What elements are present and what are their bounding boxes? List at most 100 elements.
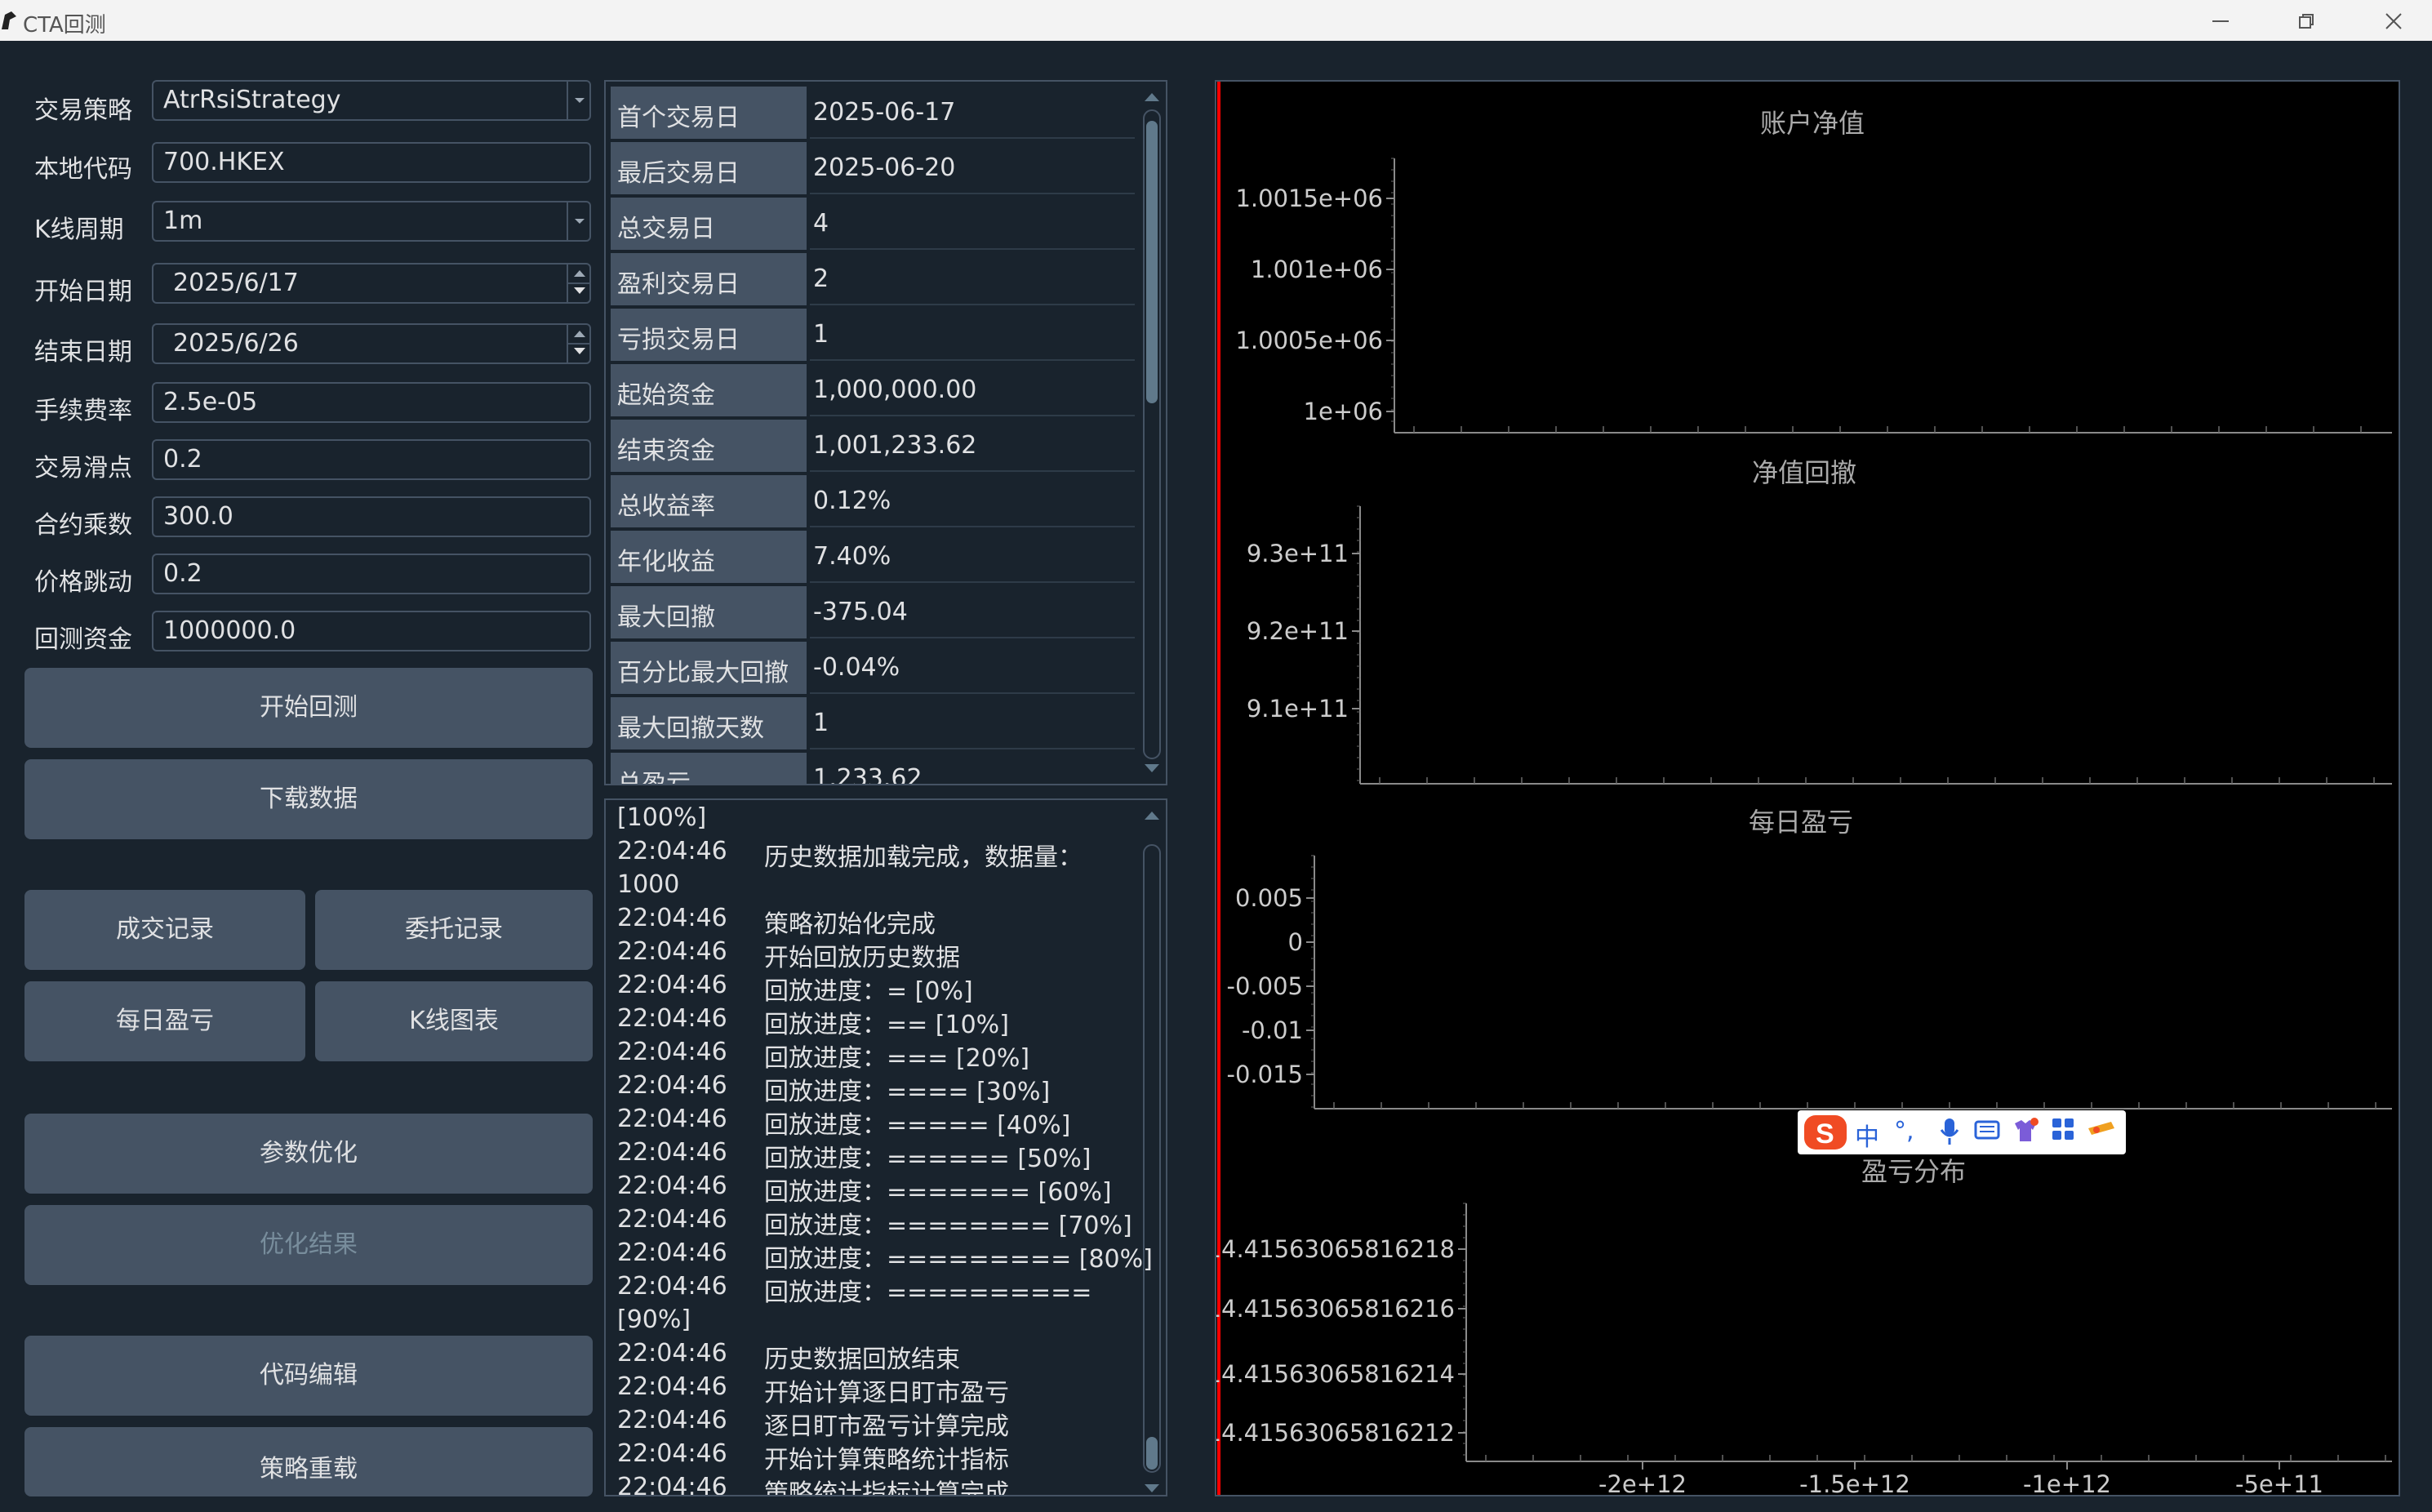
log-time: [100%] [617, 803, 707, 832]
size-input[interactable]: 300.0 [152, 496, 591, 537]
log-scrollbar[interactable] [1141, 807, 1163, 1492]
log-message: 回放进度：===== [40%] [764, 1111, 1071, 1140]
kline-chart-button[interactable]: K线图表 [315, 981, 593, 1061]
scroll-thumb[interactable] [1146, 121, 1158, 403]
capital-input[interactable]: 1000000.0 [152, 611, 591, 651]
chart-y-tick-label: -0.005 [1227, 972, 1304, 1000]
chart-y-tick-label: 14.41563065816214 [1216, 1360, 1455, 1388]
stat-value: -0.04% [810, 642, 1135, 694]
chevron-down-icon[interactable] [567, 202, 589, 240]
strategy-label: 交易策略 [34, 96, 132, 125]
log-message: 回放进度：======== [70%] [764, 1212, 1132, 1240]
scroll-thumb[interactable] [1146, 1437, 1158, 1470]
start-date-edit[interactable]: 2025/6/17 [152, 263, 591, 304]
ime-mode[interactable]: 中 [1855, 1117, 1879, 1153]
chart-x-tick-label: -1e+12 [2023, 1470, 2111, 1495]
interval-combo[interactable]: 1m [152, 201, 591, 242]
log-panel[interactable]: [100%] 22:04:46 历史数据加载完成，数据量： 1000 22:04:… [604, 798, 1167, 1496]
chevron-down-icon[interactable] [567, 82, 589, 119]
log-time: 22:04:46 [617, 1339, 727, 1367]
chart-title: 每日盈亏 [1749, 807, 1853, 838]
stat-value: 4 [810, 198, 1135, 250]
apps-grid-icon[interactable] [2051, 1117, 2075, 1148]
chart-y-tick-label: 1.001e+06 [1251, 256, 1383, 283]
log-message: 回放进度：======= [60%] [764, 1178, 1112, 1207]
rate-input[interactable]: 2.5e-05 [152, 382, 591, 423]
end-date-edit[interactable]: 2025/6/26 [152, 323, 591, 364]
stat-value: 1 [810, 697, 1135, 749]
stat-value: 1,001,233.62 [810, 420, 1135, 472]
table-row: 亏损交易日 1 [606, 309, 1135, 362]
chart-y-tick-label: 9.1e+11 [1247, 695, 1349, 723]
stat-value: 2 [810, 253, 1135, 305]
skin-icon[interactable] [2012, 1117, 2039, 1151]
sogou-logo-icon[interactable]: S [1803, 1114, 1848, 1158]
chart-y-tick-label: 14.41563065816218 [1216, 1235, 1455, 1263]
chart-panel[interactable]: 账户净值 1.0015e+06 1.001e+06 1.0005e+06 1e+06 净值… [1215, 80, 2400, 1496]
order-records-button[interactable]: 委托记录 [315, 890, 593, 970]
interval-label: K线周期 [34, 216, 124, 244]
slippage-input[interactable]: 0.2 [152, 439, 591, 480]
stat-key: 年化收益 [611, 531, 807, 583]
table-row: 盈利交易日 2 [606, 253, 1135, 307]
keyboard-icon[interactable] [1974, 1117, 2000, 1148]
log-time: 22:04:46 [617, 1138, 727, 1167]
stat-key: 总收益率 [611, 475, 807, 527]
microphone-icon[interactable] [1938, 1117, 1961, 1153]
strategy-combo[interactable]: AtrRsiStrategy [152, 80, 591, 121]
log-message: 开始回放历史数据 [764, 944, 960, 972]
log-time: 22:04:46 [617, 1239, 727, 1267]
table-row: 结束资金 1,001,233.62 [606, 420, 1135, 474]
log-time: 22:04:46 [617, 1473, 727, 1496]
pricetick-input[interactable]: 0.2 [152, 554, 591, 594]
log-message: 逐日盯市盈亏计算完成 [764, 1412, 1009, 1441]
chart-y-tick-label: 1.0015e+06 [1235, 185, 1383, 212]
optimize-result-button[interactable]: 优化结果 [24, 1205, 593, 1285]
log-time: 22:04:46 [617, 1406, 727, 1434]
restore-button[interactable] [2282, 7, 2331, 36]
log-time: 22:04:46 [617, 1272, 727, 1301]
close-icon [2385, 13, 2402, 29]
close-button[interactable] [2369, 7, 2418, 36]
capital-label: 回测资金 [34, 625, 132, 654]
ime-punctuation[interactable]: °, [1894, 1117, 1914, 1145]
stat-value: 1 [810, 309, 1135, 361]
end-date-spinner[interactable] [567, 325, 589, 362]
table-row: 最后交易日 2025-06-20 [606, 142, 1135, 196]
symbol-input[interactable]: 700.HKEX [152, 142, 591, 183]
stat-key: 百分比最大回撤 [611, 642, 807, 694]
minimize-button[interactable] [2196, 7, 2245, 36]
chart-y-tick-label: 0.005 [1235, 884, 1303, 912]
chart-x-tick-label: -2e+12 [1598, 1470, 1687, 1495]
chart-y-tick-label: 9.3e+11 [1247, 540, 1349, 567]
interval-value: 1m [163, 207, 203, 235]
restore-icon [2299, 14, 2314, 29]
scroll-up-icon[interactable] [1145, 93, 1159, 101]
reload-strategy-button[interactable]: 策略重载 [24, 1427, 593, 1496]
chart-y-tick-label: -0.01 [1242, 1016, 1303, 1044]
log-time: 22:04:46 [617, 904, 727, 932]
daily-pnl-button[interactable]: 每日盈亏 [24, 981, 305, 1061]
optimize-button[interactable]: 参数优化 [24, 1114, 593, 1194]
rate-label: 手续费率 [34, 397, 132, 425]
ime-toolbar[interactable]: S 中 °, [1798, 1110, 2126, 1154]
stat-key: 最后交易日 [611, 142, 807, 194]
stats-scrollbar[interactable] [1141, 88, 1163, 779]
end-date-label: 结束日期 [34, 338, 132, 367]
download-data-button[interactable]: 下载数据 [24, 759, 593, 839]
trade-records-button[interactable]: 成交记录 [24, 890, 305, 970]
size-label: 合约乘数 [34, 511, 132, 540]
scroll-down-icon[interactable] [1145, 1484, 1159, 1492]
stat-value: 0.12% [810, 475, 1135, 527]
scroll-up-icon[interactable] [1145, 812, 1159, 820]
stat-key: 结束资金 [611, 420, 807, 472]
start-backtest-button[interactable]: 开始回测 [24, 668, 593, 748]
scroll-down-icon[interactable] [1145, 764, 1159, 772]
start-date-spinner[interactable] [567, 265, 589, 302]
log-message: 回放进度：========= [80%] [764, 1245, 1153, 1274]
log-time: 22:04:46 [617, 1205, 727, 1234]
log-message: 开始计算逐日盯市盈亏 [764, 1379, 1009, 1407]
toolbox-icon[interactable] [2087, 1117, 2116, 1148]
table-row: 最大回撤 -375.04 [606, 586, 1135, 640]
code-edit-button[interactable]: 代码编辑 [24, 1336, 593, 1416]
